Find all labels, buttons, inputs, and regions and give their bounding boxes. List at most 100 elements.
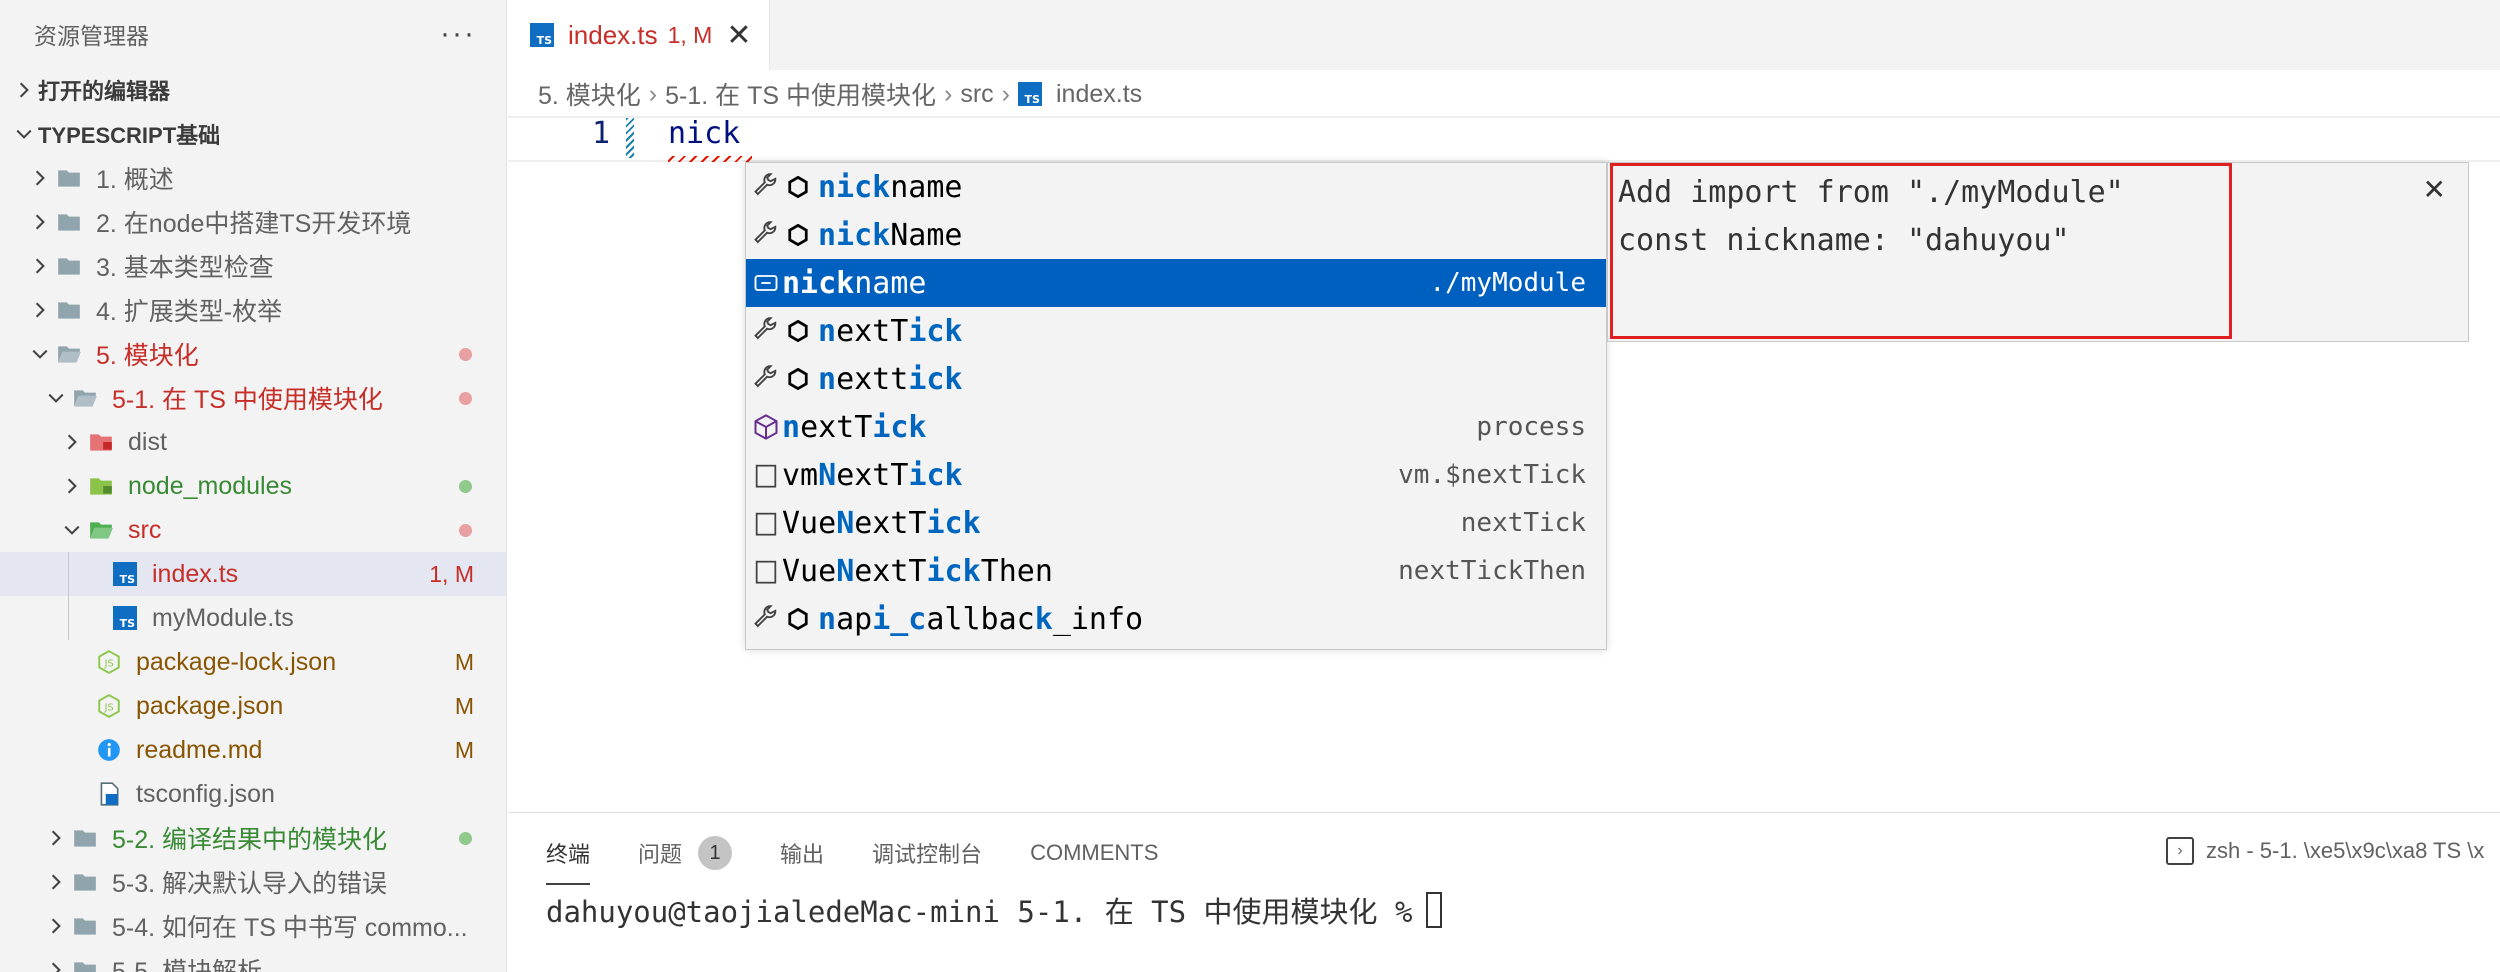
suggestion-item[interactable]: napi_callback_info <box>746 595 1606 643</box>
tree-item-node-env[interactable]: 2. 在node中搭建TS开发环境 <box>0 200 506 244</box>
suggestion-item[interactable]: nexttick <box>746 355 1606 403</box>
variable-icon <box>750 259 782 307</box>
terminal-instance[interactable]: › zsh - 5-1. \xe5\x9c\xa8 TS \x <box>2166 837 2484 865</box>
suggestion-item[interactable]: nickName <box>746 211 1606 259</box>
tree-item-label: src <box>128 515 162 544</box>
tab-label: index.ts <box>568 19 658 50</box>
terminal-prompt-text: dahuyou@taojialedeMac-mini 5-1. 在 TS 中使用… <box>546 895 1413 929</box>
tree-item-enum[interactable]: 4. 扩展类型-枚举 <box>0 288 506 332</box>
tree-item-compile-result[interactable]: 5-2. 编译结果中的模块化 <box>0 816 506 860</box>
chevron-right-icon: › <box>648 79 658 108</box>
chevron-right-icon <box>26 200 54 244</box>
tree-item-readme-md[interactable]: readme.md M <box>0 728 506 772</box>
breadcrumb-item[interactable]: 5-1. 在 TS 中使用模块化 <box>665 76 936 112</box>
modified-badge: M <box>454 692 474 719</box>
chevron-right-icon <box>58 464 86 508</box>
tree-item-tsconfig-json[interactable]: tsconfig.json <box>0 772 506 816</box>
tree-item-label: 5-5. 模块解析 <box>112 958 263 972</box>
suggestion-item[interactable]: vmNextTick vm.$nextTick <box>746 451 1606 499</box>
tree-item-commonjs[interactable]: 5-4. 如何在 TS 中书写 commo... <box>0 904 506 948</box>
tree-item-index-ts[interactable]: TS index.ts 1, M <box>0 552 506 596</box>
tree-item-modules-in-ts[interactable]: 5-1. 在 TS 中使用模块化 <box>0 376 506 420</box>
indent-guide <box>68 596 69 640</box>
details-import-hint: Add import from "./myModule" <box>1618 175 2124 210</box>
svg-text:JS: JS <box>104 702 114 713</box>
explorer-header: 资源管理器 ··· <box>0 0 506 68</box>
tab-index-ts[interactable]: TS index.ts 1, M ✕ <box>508 0 770 70</box>
breadcrumb: 5. 模块化 › 5-1. 在 TS 中使用模块化 › src › TS ind… <box>538 72 1142 116</box>
text-icon <box>750 451 782 499</box>
problems-count-badge: 1 <box>698 836 733 870</box>
tree-item-label: dist <box>128 427 167 456</box>
tab-output[interactable]: 输出 <box>780 833 824 873</box>
suggestion-item[interactable]: VueNextTick nextTick <box>746 499 1606 547</box>
tree-item-label: 4. 扩展类型-枚举 <box>96 298 283 326</box>
modified-line-gutter <box>626 118 634 158</box>
breadcrumb-item[interactable]: 5. 模块化 <box>538 76 641 112</box>
folder-icon <box>70 948 100 972</box>
more-actions-button[interactable]: ··· <box>440 17 476 51</box>
chevron-right-icon <box>26 156 54 200</box>
close-icon[interactable]: ✕ <box>2423 173 2446 206</box>
open-editors-label: 打开的编辑器 <box>38 79 171 104</box>
tree-item-dist[interactable]: dist <box>0 420 506 464</box>
terminal-prompt[interactable]: dahuyou@taojialedeMac-mini 5-1. 在 TS 中使用… <box>546 889 1443 931</box>
error-squiggle <box>668 156 752 162</box>
suggestion-label: VueNextTick <box>782 505 981 541</box>
tree-item-mymodule-ts[interactable]: TS myModule.ts <box>0 596 506 640</box>
tree-item-type-check[interactable]: 3. 基本类型检查 <box>0 244 506 288</box>
tsconfig-file-icon <box>94 772 124 816</box>
workspace-section[interactable]: TYPESCRIPT基础 <box>0 112 506 156</box>
wrench-icon <box>750 163 782 211</box>
tab-debug-console[interactable]: 调试控制台 <box>872 833 982 873</box>
suggestion-label: nickName <box>818 217 963 253</box>
folder-dist-icon <box>86 420 116 464</box>
chevron-right-icon <box>58 420 86 464</box>
suggestion-item-selected[interactable]: nickname ./myModule <box>746 259 1606 307</box>
editor-code-area[interactable]: 1 nick <box>508 116 2500 162</box>
tree-item-package-json[interactable]: JS package.json M <box>0 684 506 728</box>
tree-item-label: index.ts <box>152 559 239 588</box>
tree-item-label: 1. 概述 <box>96 166 174 194</box>
tab-comments[interactable]: COMMENTS <box>1030 833 1158 873</box>
suggestion-item[interactable]: nextTick <box>746 307 1606 355</box>
tree-item-modules[interactable]: 5. 模块化 <box>0 332 506 376</box>
breadcrumb-item[interactable]: index.ts <box>1056 80 1142 109</box>
cube-icon <box>750 403 782 451</box>
suggestion-item[interactable]: nextTick process <box>746 403 1606 451</box>
suggestion-label: napi_callback_info <box>818 601 1144 637</box>
untracked-dot <box>459 831 472 845</box>
tab-terminal[interactable]: 终端 <box>546 833 591 885</box>
snippet-icon <box>782 355 814 403</box>
tree-item-src[interactable]: src <box>0 508 506 552</box>
info-icon <box>94 728 124 772</box>
code-text[interactable]: nick <box>668 116 740 151</box>
tree-item-overview[interactable]: 1. 概述 <box>0 156 506 200</box>
snippet-icon <box>782 307 814 355</box>
tree-item-node-modules[interactable]: node_modules <box>0 464 506 508</box>
untracked-dot <box>459 479 472 493</box>
open-editors-section[interactable]: 打开的编辑器 <box>0 68 506 112</box>
line-number: 1 <box>592 116 611 151</box>
tree-item-default-import[interactable]: 5-3. 解决默认导入的错误 <box>0 860 506 904</box>
chevron-right-icon <box>42 904 70 948</box>
close-icon[interactable]: ✕ <box>726 18 751 53</box>
suggestion-label: nickname <box>818 169 963 205</box>
editor-tab-bar: TS index.ts 1, M ✕ <box>508 0 2500 70</box>
breadcrumb-item[interactable]: src <box>960 80 993 109</box>
suggestion-item[interactable]: nickname <box>746 163 1606 211</box>
current-line-highlight <box>508 116 2500 162</box>
folder-open-icon <box>70 376 100 420</box>
workspace-label: TYPESCRIPT基础 <box>38 123 221 148</box>
tree-item-label: 5-1. 在 TS 中使用模块化 <box>112 386 383 414</box>
tree-item-module-resolution[interactable]: 5-5. 模块解析 <box>0 948 506 972</box>
typescript-file-icon: TS <box>110 596 140 640</box>
tab-problems[interactable]: 问题 1 <box>638 833 733 873</box>
suggestion-item[interactable]: VueNextTickThen nextTickThen <box>746 547 1606 595</box>
tree-item-package-lock-json[interactable]: JS package-lock.json M <box>0 640 506 684</box>
nodejs-icon: JS <box>94 640 124 684</box>
folder-icon <box>70 816 100 860</box>
error-dot <box>459 391 472 405</box>
snippet-icon <box>782 595 814 643</box>
terminal-title: zsh - 5-1. \xe5\x9c\xa8 TS \x <box>2206 838 2485 863</box>
